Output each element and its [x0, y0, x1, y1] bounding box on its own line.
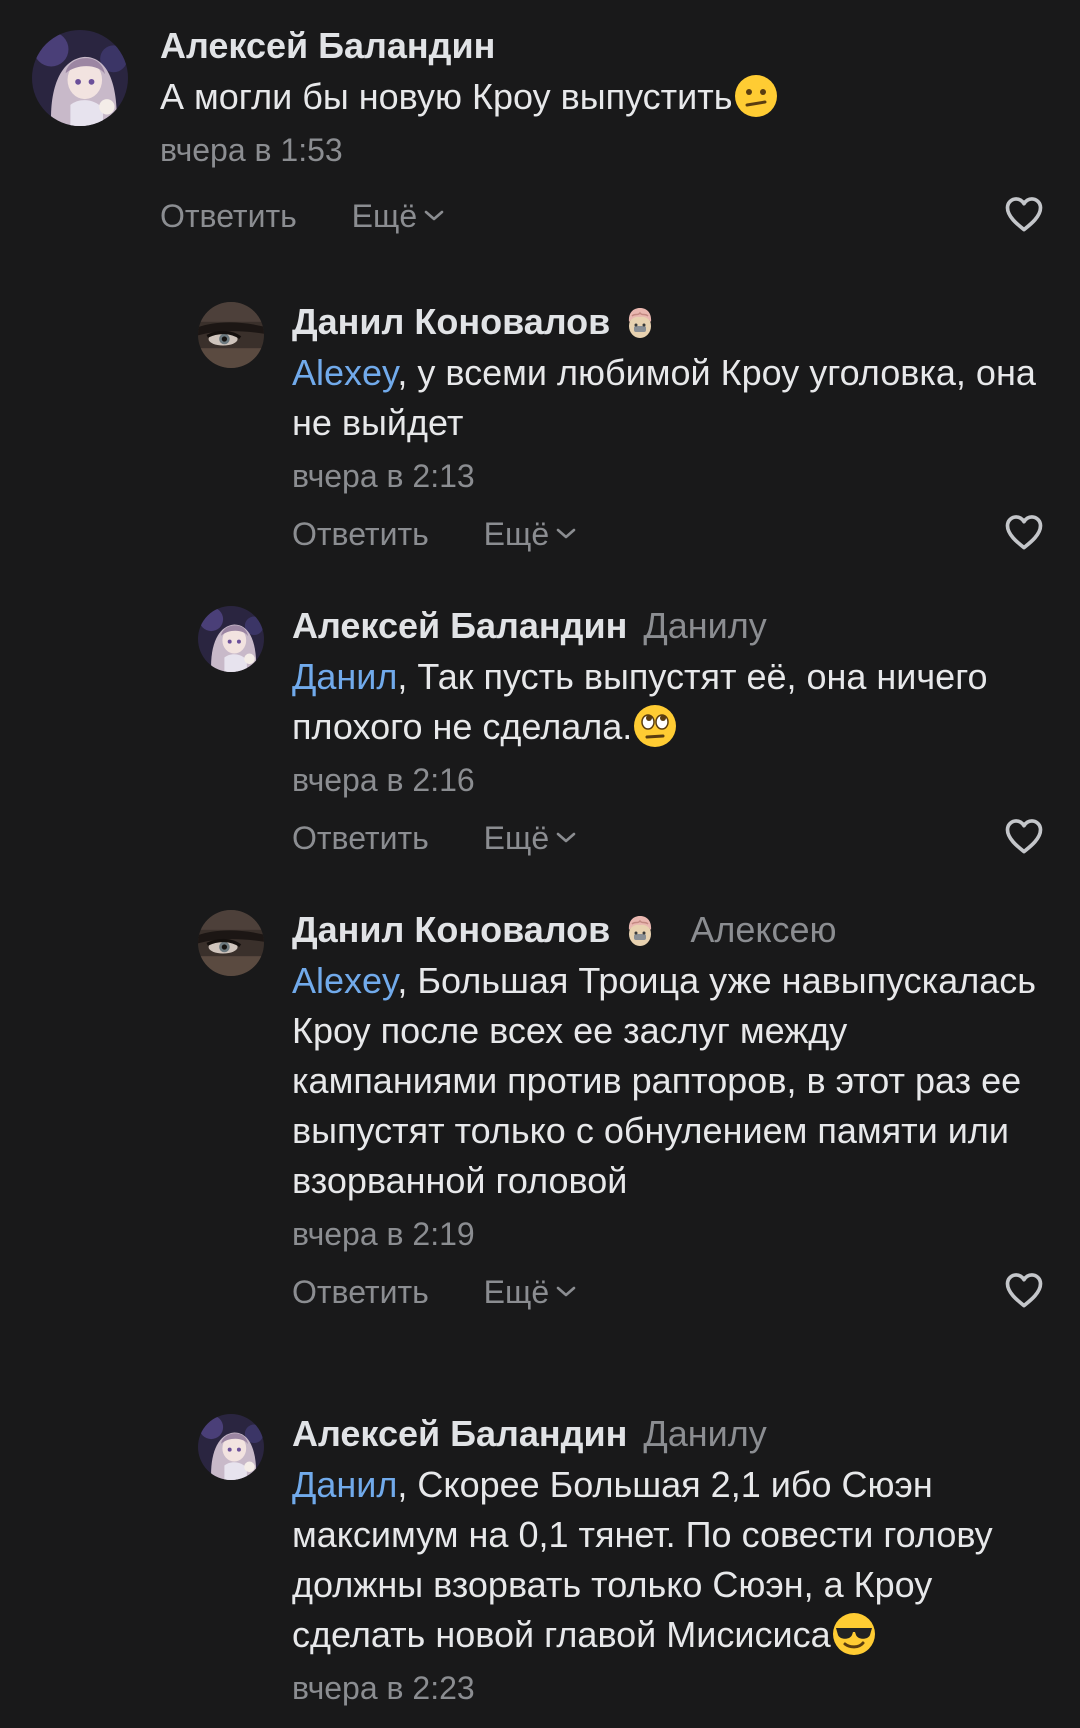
more-label: Ещё [483, 820, 550, 856]
avatar[interactable] [198, 910, 264, 976]
more-button[interactable]: Ещё [352, 192, 445, 240]
brain-emoji-icon [622, 912, 658, 948]
heart-icon[interactable] [1002, 510, 1046, 554]
brain-emoji-icon [622, 304, 658, 340]
comment-text: Данил, Так пусть выпустят её, она ничего… [292, 652, 1040, 752]
comment-time: вчера в 2:16 [292, 762, 475, 798]
more-button[interactable]: Ещё [484, 510, 577, 558]
heart-icon[interactable] [1002, 814, 1046, 858]
comment-text-content: , Большая Троица уже навыпускалась Кроу … [292, 960, 1037, 1201]
chevron-down-icon [555, 527, 577, 541]
comment-text-content: А могли бы новую Кроу выпустить [160, 76, 733, 117]
confused-face-emoji-icon [733, 73, 779, 119]
eye-roll-face-emoji-icon [632, 703, 678, 749]
sunglasses-face-emoji-icon [831, 1611, 877, 1657]
more-label: Ещё [483, 516, 550, 552]
reply-to-label[interactable]: Данилу [643, 605, 766, 646]
comment-text: А могли бы новую Кроу выпустить [160, 72, 1040, 122]
comment-text-content: , Скорее Большая 2,1 ибо Сюэн максимум н… [292, 1464, 993, 1655]
comment-text: Alexey, Большая Троица уже навыпускалась… [292, 956, 1040, 1206]
more-label: Ещё [483, 1274, 550, 1310]
mention-link[interactable]: Данил [292, 656, 397, 697]
comment-author[interactable]: Алексей Баландин [292, 605, 627, 646]
chevron-down-icon [423, 209, 445, 223]
comment-actions: Ответить Ещё [160, 192, 1040, 240]
mention-link[interactable]: Alexey [292, 352, 397, 393]
comments-feed: Алексей Баландин А могли бы новую Кроу в… [0, 0, 1080, 1728]
avatar[interactable] [198, 1414, 264, 1480]
reply-button[interactable]: Ответить [292, 814, 429, 862]
comment-text: Alexey, у всеми любимой Кроу уголовка, о… [292, 348, 1040, 448]
comment-author[interactable]: Данил Коновалов [292, 909, 610, 950]
chevron-down-icon [555, 831, 577, 845]
reply-button[interactable]: Ответить [292, 1268, 429, 1316]
reply-button[interactable]: Ответить [292, 510, 429, 558]
heart-icon[interactable] [1002, 1268, 1046, 1312]
comment-author[interactable]: Алексей Баландин [292, 1413, 627, 1454]
avatar[interactable] [198, 302, 264, 368]
more-button[interactable]: Ещё [484, 1268, 577, 1316]
avatar[interactable] [198, 606, 264, 672]
comment-time: вчера в 2:19 [292, 1216, 475, 1252]
reply-to-label[interactable]: Алексею [690, 909, 836, 950]
heart-icon[interactable] [1002, 192, 1046, 236]
chevron-down-icon [555, 1285, 577, 1299]
comment-actions: Ответить Ещё [292, 1268, 1040, 1316]
comment-actions: Ответить Ещё [292, 814, 1040, 862]
comment-author[interactable]: Алексей Баландин [160, 25, 495, 66]
comment-time: вчера в 1:53 [160, 132, 343, 168]
reply-button[interactable]: Ответить [160, 192, 297, 240]
reply-to-label[interactable]: Данилу [643, 1413, 766, 1454]
mention-link[interactable]: Alexey [292, 960, 397, 1001]
comment-actions: Ответить Ещё [292, 510, 1040, 558]
comment-time: вчера в 2:13 [292, 458, 475, 494]
avatar[interactable] [32, 30, 128, 126]
more-button[interactable]: Ещё [484, 814, 577, 862]
comment-author[interactable]: Данил Коновалов [292, 301, 610, 342]
more-label: Ещё [351, 198, 418, 234]
comment-text-content: , у всеми любимой Кроу уголовка, она не … [292, 352, 1036, 443]
comment-text: Данил, Скорее Большая 2,1 ибо Сюэн макси… [292, 1460, 1040, 1660]
comment-time: вчера в 2:23 [292, 1670, 475, 1706]
mention-link[interactable]: Данил [292, 1464, 397, 1505]
